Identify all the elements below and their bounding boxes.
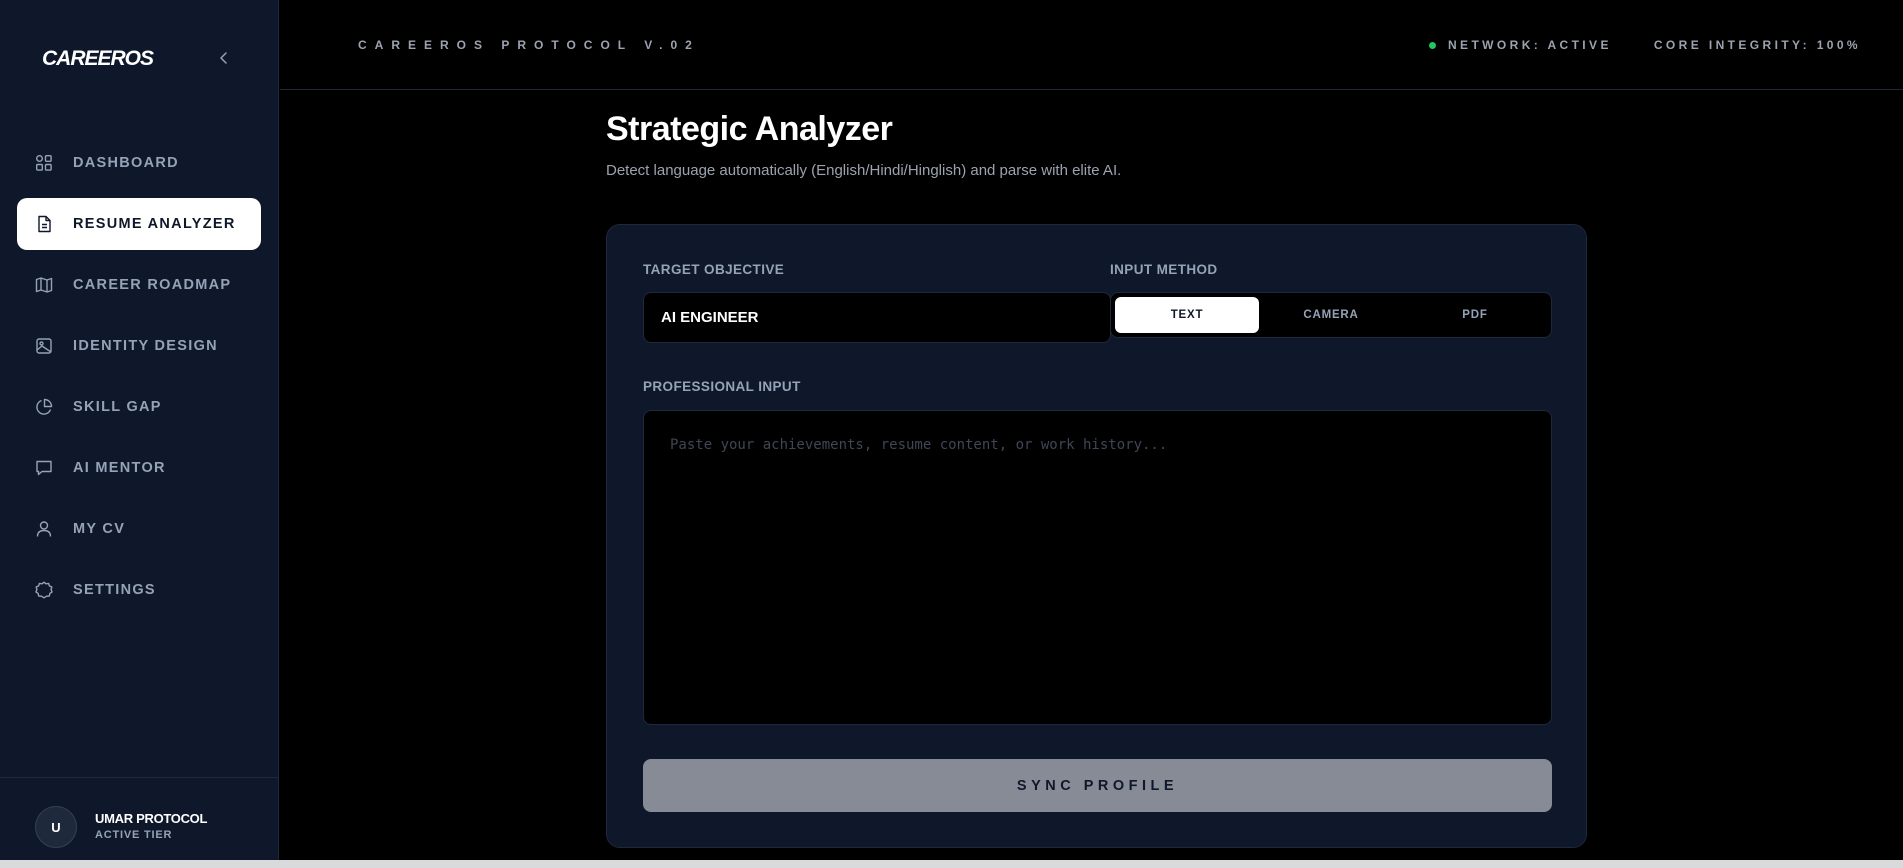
image-icon [35,337,53,355]
method-camera-button[interactable]: CAMERA [1259,297,1403,333]
user-name: UMAR PROTOCOL [95,811,208,826]
analyzer-card: TARGET OBJECTIVE INPUT METHOD TEXT CAMER… [606,224,1587,848]
sidebar-item-career-roadmap[interactable]: CAREER ROADMAP [17,259,261,311]
professional-input-label: PROFESSIONAL INPUT [643,379,801,394]
chevron-left-icon[interactable] [216,50,232,66]
pie-chart-icon [35,398,53,416]
method-text-button[interactable]: TEXT [1115,297,1259,333]
network-status: NETWORK: ACTIVE [1447,38,1612,52]
sidebar-nav: DASHBOARD RESUME ANALYZER CAREER ROADMAP [17,137,261,625]
user-profile[interactable]: U UMAR PROTOCOL ACTIVE TIER [0,777,279,860]
target-objective-input[interactable] [643,292,1111,343]
window-bottom-edge [0,860,1903,868]
sidebar-item-dashboard[interactable]: DASHBOARD [17,137,261,189]
input-method-toggle: TEXT CAMERA PDF [1110,292,1552,338]
sidebar-item-label: SETTINGS [73,582,156,598]
app-window: CAREEROS DASHBOARD RESUME ANALYZER CAREE… [0,0,1903,860]
page-subtitle: Detect language automatically (English/H… [606,162,1122,179]
sidebar-item-my-cv[interactable]: MY CV [17,503,261,555]
method-pdf-button[interactable]: PDF [1403,297,1547,333]
grid-icon [35,154,53,172]
sync-profile-button[interactable]: SYNC PROFILE [643,759,1552,812]
sidebar-item-label: RESUME ANALYZER [73,216,236,232]
sidebar-item-label: DASHBOARD [73,155,179,171]
sidebar-item-settings[interactable]: SETTINGS [17,564,261,616]
sidebar-item-label: SKILL GAP [73,399,162,415]
sidebar-item-label: MY CV [73,521,126,537]
top-bar: CAREEROS PROTOCOL V.02 NETWORK: ACTIVE C… [280,0,1903,90]
chat-icon [35,459,53,477]
input-method-label: INPUT METHOD [1110,262,1218,277]
target-objective-label: TARGET OBJECTIVE [643,262,785,277]
user-tier: ACTIVE TIER [95,829,173,841]
system-status: NETWORK: ACTIVE CORE INTEGRITY: 100% [1428,38,1861,52]
sidebar-item-label: IDENTITY DESIGN [73,338,218,354]
user-icon [35,520,53,538]
professional-input-textarea[interactable] [643,410,1552,725]
sidebar-item-skill-gap[interactable]: SKILL GAP [17,381,261,433]
document-icon [35,215,53,233]
sidebar-item-resume-analyzer[interactable]: RESUME ANALYZER [17,198,261,250]
sidebar-item-ai-mentor[interactable]: AI MENTOR [17,442,261,494]
avatar[interactable]: U [35,806,77,848]
gear-icon [35,581,53,599]
brand-logo[interactable]: CAREEROS [42,47,154,71]
sidebar-item-identity-design[interactable]: IDENTITY DESIGN [17,320,261,372]
page-title: Strategic Analyzer [606,110,893,148]
protocol-version: CAREEROS PROTOCOL V.02 [358,38,700,52]
network-status-dot-icon [1428,41,1436,49]
sidebar-item-label: CAREER ROADMAP [73,277,232,293]
map-icon [35,276,53,294]
core-integrity: CORE INTEGRITY: 100% [1653,38,1861,52]
sidebar-item-label: AI MENTOR [73,460,166,476]
sidebar: CAREEROS DASHBOARD RESUME ANALYZER CAREE… [0,0,279,860]
